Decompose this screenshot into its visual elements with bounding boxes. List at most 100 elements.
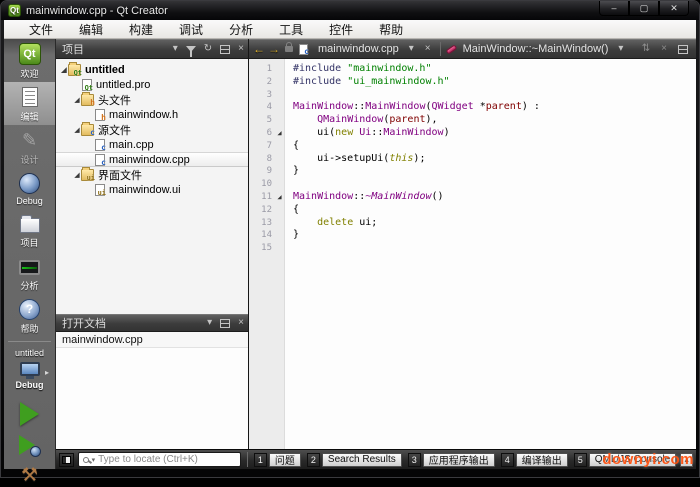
folder-icon [81,167,95,182]
open-documents-list: mainwindow.cpp [56,332,248,449]
open-documents-dropdown-icon[interactable]: ▾ [207,318,212,328]
tree-item-main-cpp[interactable]: main.cpp [56,137,248,152]
line-number: 4 [266,102,272,113]
tree-item-mainwindow-ui[interactable]: mainwindow.ui [56,182,248,197]
file-dropdown-icon[interactable]: ▾ [409,44,414,54]
code-token: Ui [359,126,372,138]
open-documents-title[interactable]: 打开文档 [56,315,203,331]
project-panel-title[interactable]: 项目 [56,41,169,57]
output-pane-search-results[interactable]: 2 Search Results [306,452,402,467]
folder-icon [19,214,40,233]
open-documents-split-icon[interactable] [220,318,231,328]
tree-item-untitled-pro[interactable]: untitled.pro [56,77,248,92]
kit-selector-button[interactable]: ▸ Debug [4,360,55,392]
tree-item-untitled[interactable]: ◢ untitled [56,62,248,77]
code-token: "mainwindow.h" [347,63,432,74]
open-documents-close-icon[interactable]: × [238,318,244,328]
tree-item--[interactable]: ◢ 头文件 [56,92,248,107]
line-number: 13 [261,217,272,228]
sidebar-mode-debug[interactable]: Debug [4,168,55,208]
tree-item-mainwindow-cpp[interactable]: mainwindow.cpp [56,152,248,167]
toggle-sidebar-button[interactable] [59,452,74,467]
tree-expand-icon[interactable]: ◢ [73,171,81,179]
build-button[interactable]: ⚒ [21,464,38,487]
fold-marker-column[interactable]: ◢ ◢ [275,59,285,449]
locator-input[interactable]: ▾ Type to locate (Ctrl+K) [77,452,241,467]
menu-item-widgets[interactable]: 控件 [316,20,366,38]
code-line: MainWindow::~MainWindow() [293,191,696,204]
tree-item-label: main.cpp [109,138,154,151]
symbol-selector[interactable]: MainWindow::~MainWindow() [460,43,612,55]
sidebar-mode-label: 设计 [20,155,39,165]
line-number: 15 [261,243,272,254]
code-token: { [293,203,300,215]
code-token: this [389,152,414,164]
symbol-dropdown-icon[interactable]: ▾ [618,44,623,54]
sync-icon[interactable]: ↻ [204,44,212,54]
sidebar-mode-projects[interactable]: 项目 [4,208,55,251]
project-close-icon[interactable]: × [238,44,244,54]
open-file-selector[interactable]: mainwindow.cpp [315,43,402,55]
close-button[interactable]: ✕ [659,1,689,16]
go-forward-icon[interactable]: → [268,42,280,56]
fold-empty [275,114,284,127]
split-editor-icon[interactable] [678,44,688,54]
code-editor[interactable]: 1 2 3 4 5 6 7 8 9 10 11 12 13 14 15 ◢ ◢ #include "mainw… [249,59,696,449]
output-pane--[interactable]: 4 编译输出 [500,452,568,467]
tree-expand-icon[interactable]: ◢ [60,66,68,74]
output-pane--[interactable]: 1 问题 [253,452,301,467]
fold-empty [275,242,284,255]
line-number: 1 [266,64,272,74]
output-pane--[interactable]: 3 应用程序输出 [407,452,495,467]
sidebar-mode-welcome[interactable]: Qt 欢迎 [4,39,55,82]
sidebar-mode-edit[interactable]: 编辑 [4,82,55,125]
kit-monitor-icon [19,362,40,379]
qt-creator-window: Qt mainwindow.cpp - Qt Creator – ▢ ✕ 文件编… [0,0,700,486]
menu-item-debug[interactable]: 调试 [166,20,216,38]
code-token: :: [353,190,366,202]
code-token: QWidget [431,101,474,113]
code-token: ); [413,152,426,164]
locator-filter-dropdown-icon[interactable]: ▾ [92,456,96,464]
fold-empty [275,76,284,89]
sidebar-mode-analyze[interactable]: 分析 [4,251,55,294]
tree-expand-icon[interactable]: ◢ [73,96,81,104]
title-bar[interactable]: Qt mainwindow.cpp - Qt Creator [1,1,699,20]
project-split-icon[interactable] [220,44,231,54]
code-line: #include "mainwindow.h" [293,63,696,76]
code-token: } [293,165,300,177]
sidebar-mode-design[interactable]: ✎ 设计 [4,125,55,168]
maximize-button[interactable]: ▢ [629,1,659,16]
tree-expand-icon[interactable]: ◢ [73,126,81,134]
run-button[interactable] [20,402,39,426]
tree-item--[interactable]: ◢ 源文件 [56,122,248,137]
sidebar-mode-help[interactable]: ? 帮助 [4,294,55,337]
menu-item-analyze[interactable]: 分析 [216,20,266,38]
run-button-group: ⚒ [4,402,55,487]
code-area[interactable]: #include "mainwindow.h" #include "ui_main… [285,59,696,449]
kit-config-label: Debug [15,380,44,390]
file-icon [82,78,93,92]
updown-icon[interactable]: ⇅ [642,44,650,54]
menu-item-help[interactable]: 帮助 [366,20,416,38]
menu-item-edit[interactable]: 编辑 [66,20,116,38]
project-panel-dropdown-icon[interactable]: ▾ [173,44,178,54]
qt-logo-icon: Qt [18,43,41,65]
tree-item-label: mainwindow.cpp [109,153,190,166]
menu-item-build[interactable]: 构建 [116,20,166,38]
menu-item-tools[interactable]: 工具 [266,20,316,38]
file-close-icon[interactable]: × [425,44,431,54]
minimize-button[interactable]: – [599,1,629,16]
code-token: * [473,101,486,113]
fold-marker-icon[interactable]: ◢ [275,191,284,204]
go-back-icon[interactable]: ← [253,42,265,56]
menu-item-file[interactable]: 文件 [16,20,66,38]
debug-run-button[interactable] [18,433,42,457]
tree-item--[interactable]: ◢ 界面文件 [56,167,248,182]
fold-marker-icon[interactable]: ◢ [275,127,284,140]
open-document-item[interactable]: mainwindow.cpp [56,332,248,348]
filter-icon[interactable] [185,46,196,57]
code-token: () [431,190,444,202]
tree-item-mainwindow-h[interactable]: mainwindow.h [56,107,248,122]
